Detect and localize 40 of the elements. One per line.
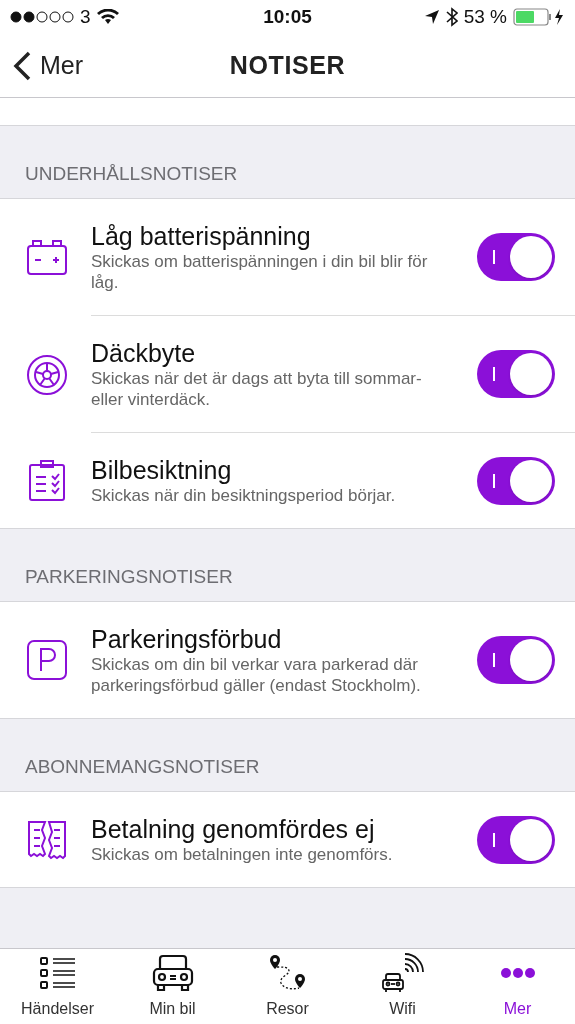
section-header: UNDERHÅLLSNOTISER — [25, 161, 238, 186]
carrier-text: 3 — [80, 4, 91, 29]
parking-icon — [25, 638, 69, 682]
notification-title: Däckbyte — [91, 338, 197, 368]
notification-title: Bilbesiktning — [91, 455, 233, 485]
connected-car-icon — [380, 952, 425, 994]
page-title: NOTISER — [229, 49, 346, 81]
notification-description: Skickas när det är dags att byta till sommar- eller vinterdäck. — [91, 368, 423, 410]
notification-description: Skickas om betalningen inte genomförs. — [91, 844, 394, 865]
toggle-switch[interactable] — [477, 815, 555, 864]
battery-charging-icon — [513, 8, 565, 26]
notification-description: Skickas när din besiktningsperiod börjar. — [91, 485, 397, 506]
wheel-icon — [25, 352, 69, 397]
toggle-switch[interactable] — [477, 350, 555, 398]
tab-bar-item[interactable]: Mer — [460, 949, 575, 1024]
tab-bar-item[interactable]: Händelser — [0, 949, 115, 1024]
tab-bar-item[interactable]: Resor — [230, 949, 345, 1024]
notification-description: Skickas om din bil verkar vara parkerad där parkeringsförbud gäller (endast Stockholm). — [91, 654, 422, 696]
tab-bar-item[interactable]: Min bil — [115, 949, 230, 1024]
battery-percent: 53 % — [463, 4, 507, 29]
clock-time: 10:05 — [263, 4, 312, 29]
list-icon — [37, 955, 78, 991]
tab-bar-item[interactable]: Wifi — [345, 949, 460, 1024]
section-header: PARKERINGSNOTISER — [25, 564, 233, 589]
more-icon — [499, 967, 536, 979]
toggle-switch[interactable] — [477, 636, 555, 684]
wifi-icon — [96, 9, 119, 25]
signal-icon — [10, 11, 74, 23]
bluetooth-icon — [445, 7, 458, 27]
notification-title: Låg batterispänning — [91, 221, 312, 251]
chevron-left-icon — [12, 50, 32, 81]
toggle-switch[interactable] — [477, 233, 555, 281]
car-icon — [151, 953, 194, 993]
notification-title: Betalning genomfördes ej — [91, 814, 376, 844]
back-button[interactable]: Mer — [0, 46, 84, 85]
toggle-switch[interactable] — [477, 456, 555, 505]
notification-description: Skickas om batterispänningen i din bil blir för låg. — [91, 251, 429, 293]
location-arrow-icon — [423, 9, 440, 25]
section-header: ABONNEMANGSNOTISER — [25, 754, 260, 779]
notification-title: Parkeringsförbud — [91, 624, 283, 654]
